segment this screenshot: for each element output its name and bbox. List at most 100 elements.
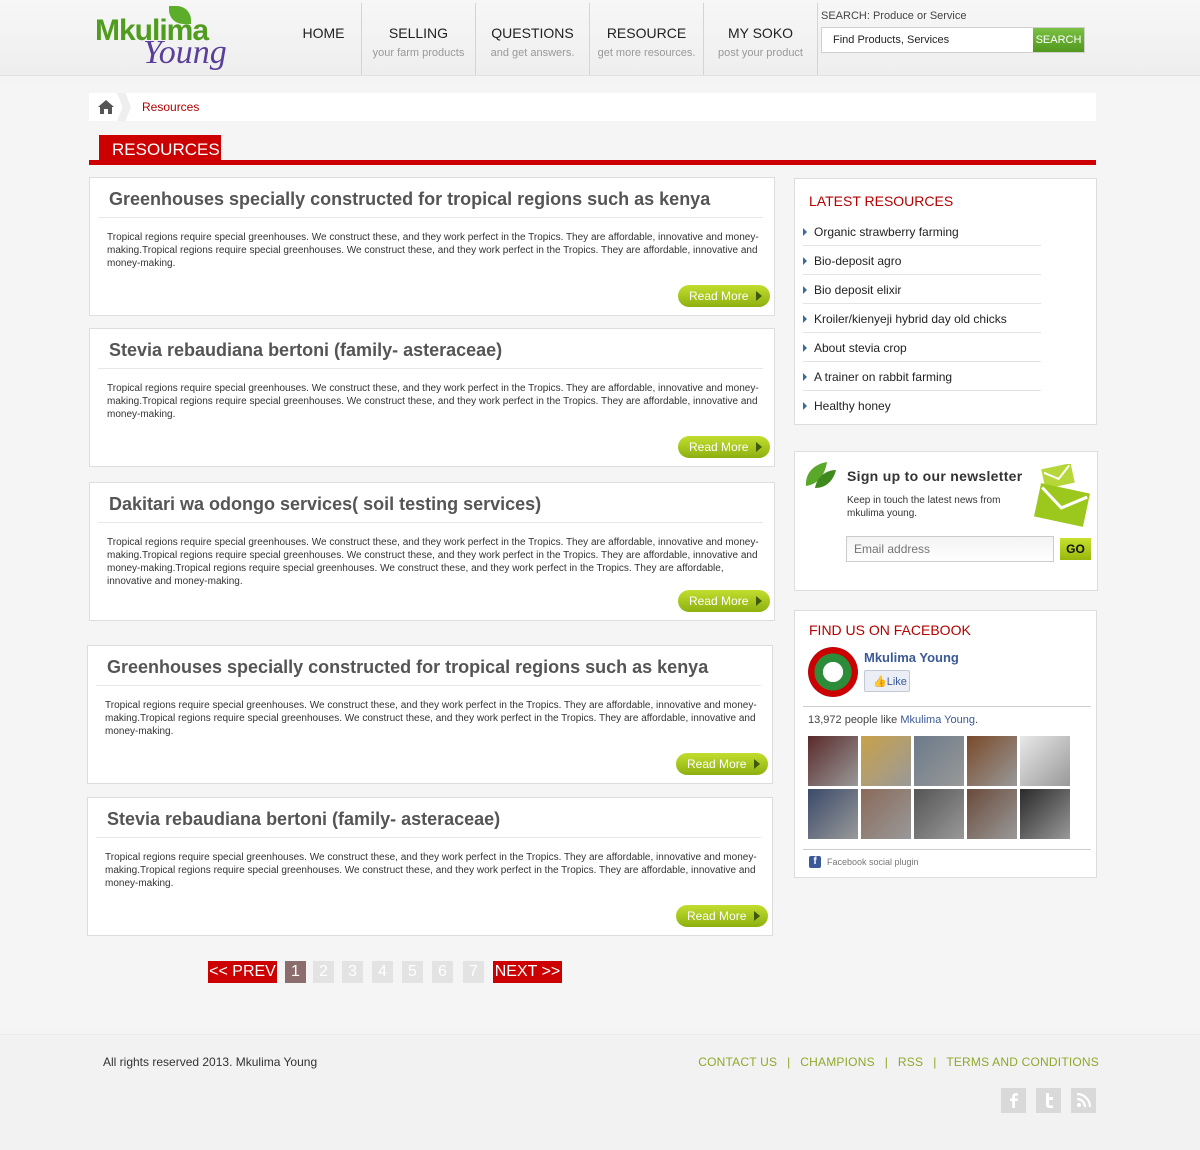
footer-separator: |	[884, 1055, 888, 1069]
latest-resources-title: LATEST RESOURCES	[809, 193, 954, 209]
article-card: Greenhouses specially constructed for tr…	[87, 645, 773, 784]
facebook-icon[interactable]	[1001, 1088, 1026, 1113]
like-count: 13,972 people like Mkulima Young.	[808, 714, 978, 726]
read-more-button[interactable]: Read More	[676, 905, 768, 927]
fan-avatar[interactable]	[861, 789, 911, 839]
arrow-right-icon	[754, 911, 760, 921]
page-6[interactable]: 6	[432, 961, 453, 983]
arrow-right-icon	[756, 291, 762, 301]
fan-avatar[interactable]	[967, 789, 1017, 839]
subscribe-button[interactable]: GO	[1060, 538, 1091, 560]
page-5[interactable]: 5	[402, 961, 423, 983]
fan-avatar[interactable]	[914, 789, 964, 839]
main-content: Resources RESOURCES Greenhouses speciall…	[0, 84, 1200, 1026]
nav-resource-title: RESOURCE	[606, 25, 687, 41]
article-title[interactable]: Stevia rebaudiana bertoni (family- aster…	[109, 340, 502, 361]
next-page-button[interactable]: NEXT >>	[493, 961, 562, 983]
bullet-icon	[803, 286, 807, 294]
read-more-label: Read More	[689, 594, 749, 608]
twitter-icon[interactable]	[1036, 1088, 1061, 1113]
fan-avatar[interactable]	[808, 789, 858, 839]
resource-link: Kroiler/kienyeji hybrid day old chicks	[814, 312, 1007, 326]
prev-page-button[interactable]: << PREV	[208, 961, 277, 983]
article-title[interactable]: Dakitari wa odongo services( soil testin…	[109, 494, 541, 515]
page-3[interactable]: 3	[342, 961, 363, 983]
article-text: Tropical regions require special greenho…	[107, 537, 759, 587]
read-more-label: Read More	[687, 909, 747, 923]
read-more-button[interactable]: Read More	[678, 285, 770, 307]
read-more-button[interactable]: Read More	[678, 590, 770, 612]
breadcrumb: Resources	[89, 93, 1096, 121]
leaf-icon	[805, 462, 836, 488]
article-card: Dakitari wa odongo services( soil testin…	[89, 482, 775, 621]
article-divider	[98, 522, 763, 523]
facebook-page-name[interactable]: Mkulima Young	[864, 650, 959, 665]
article-title[interactable]: Stevia rebaudiana bertoni (family- aster…	[107, 809, 500, 830]
fan-avatar[interactable]	[861, 736, 911, 786]
site-header: Mkulima Young HOME SELLING your farm pro…	[0, 0, 1200, 76]
bullet-icon	[803, 315, 807, 323]
like-count-prefix: 13,972 people like	[808, 714, 901, 726]
main-nav: HOME SELLING your farm products QUESTION…	[286, 3, 818, 75]
footer-link-terms[interactable]: TERMS AND CONDITIONS	[946, 1055, 1099, 1069]
nav-my-soko[interactable]: MY SOKO post your product	[704, 3, 818, 75]
article-title[interactable]: Greenhouses specially constructed for tr…	[107, 657, 708, 678]
article-divider	[96, 837, 761, 838]
copyright: All rights reserved 2013. Mkulima Young	[103, 1055, 318, 1069]
facebook-footer-divider	[803, 849, 1091, 850]
arrow-right-icon	[756, 596, 762, 606]
page-4[interactable]: 4	[372, 961, 393, 983]
search-button[interactable]: SEARCH	[1033, 28, 1084, 52]
article-text: Tropical regions require special greenho…	[105, 852, 757, 889]
read-more-button[interactable]: Read More	[676, 753, 768, 775]
page-avatar[interactable]	[808, 647, 858, 697]
section-title: RESOURCES	[99, 135, 221, 161]
fan-avatar[interactable]	[1020, 789, 1070, 839]
rss-icon[interactable]	[1071, 1088, 1096, 1113]
breadcrumb-current[interactable]: Resources	[142, 100, 199, 114]
article-text: Tropical regions require special greenho…	[105, 700, 757, 737]
list-item[interactable]: Healthy honey	[803, 391, 1041, 420]
footer-separator: |	[787, 1055, 791, 1069]
footer-separator: |	[933, 1055, 937, 1069]
list-item[interactable]: A trainer on rabbit farming	[803, 362, 1041, 391]
list-item[interactable]: Kroiler/kienyeji hybrid day old chicks	[803, 304, 1041, 333]
fan-avatar[interactable]	[1020, 736, 1070, 786]
newsletter-text: Keep in touch the latest news from mkuli…	[847, 495, 1001, 519]
article-title[interactable]: Greenhouses specially constructed for tr…	[109, 189, 710, 210]
fan-avatar[interactable]	[914, 736, 964, 786]
like-button[interactable]: 👍Like	[864, 670, 910, 692]
footer-link-contact[interactable]: CONTACT US	[698, 1055, 777, 1069]
like-count-page-link[interactable]: Mkulima Young	[900, 714, 975, 726]
read-more-button[interactable]: Read More	[678, 436, 770, 458]
newsletter-title: Sign up to our newsletter	[847, 468, 1023, 484]
list-item[interactable]: Bio-deposit agro	[803, 246, 1041, 275]
nav-selling-title: SELLING	[388, 25, 449, 41]
page-2[interactable]: 2	[313, 961, 334, 983]
search-input[interactable]	[822, 28, 1034, 52]
facebook-plugin-label[interactable]: Facebook social plugin	[827, 857, 919, 867]
article-text: Tropical regions require special greenho…	[107, 383, 759, 420]
footer-link-rss[interactable]: RSS	[898, 1055, 923, 1069]
nav-resource-sub: get more resources.	[597, 47, 696, 59]
home-icon[interactable]	[97, 99, 115, 115]
list-item[interactable]: Bio deposit elixir	[803, 275, 1041, 304]
nav-resource[interactable]: RESOURCE get more resources.	[590, 3, 704, 75]
email-field[interactable]	[846, 536, 1054, 562]
resource-link: About stevia crop	[814, 341, 907, 355]
facebook-box-title: FIND US ON FACEBOOK	[809, 622, 971, 638]
bullet-icon	[803, 344, 807, 352]
list-item[interactable]: Organic strawberry farming	[803, 217, 1041, 246]
like-label: Like	[886, 676, 907, 688]
page-7[interactable]: 7	[463, 961, 484, 983]
footer-link-champions[interactable]: CHAMPIONS	[800, 1055, 874, 1069]
page-1[interactable]: 1	[285, 961, 306, 983]
fan-avatar[interactable]	[967, 736, 1017, 786]
list-item[interactable]: About stevia crop	[803, 333, 1041, 362]
nav-questions[interactable]: QUESTIONS and get answers.	[476, 3, 590, 75]
nav-selling[interactable]: SELLING your farm products	[362, 3, 476, 75]
nav-home[interactable]: HOME	[286, 3, 362, 75]
site-logo[interactable]: Mkulima Young	[95, 6, 240, 74]
fan-avatar[interactable]	[808, 736, 858, 786]
arrow-right-icon	[754, 759, 760, 769]
